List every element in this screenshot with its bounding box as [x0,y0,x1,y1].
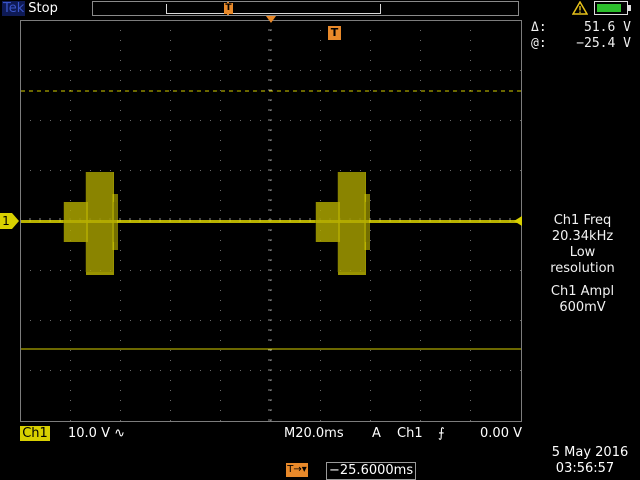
cursor-at-label: @: [531,36,547,51]
ch1-freq-note-resolution: resolution [550,261,615,276]
coupling-icon: ∿ [114,426,126,441]
ch1-freq-title: Ch1 Freq [553,213,612,228]
trigger-mode[interactable]: A [372,426,381,441]
trigger-marker[interactable]: T [328,26,341,40]
record-trigger-marker: T [224,3,233,14]
graticule[interactable] [20,20,522,422]
timebase-label: M [284,426,296,441]
timebase-value: 20.0ms [295,426,344,441]
cursor-delta-value: 51.6 V [584,20,631,35]
brand-logo: Tek [2,1,26,16]
timebase[interactable]: M20.0ms [284,426,344,441]
warning-icon [572,1,588,15]
record-view-window [166,4,381,14]
battery-icon [594,1,628,15]
battery-level [597,4,621,12]
oscilloscope-screen: Tek Stop T Δ: 51.6 V @: −25.4 V T 1 Ch1 … [0,0,640,480]
battery-tip [628,5,631,11]
trigger-source[interactable]: Ch1 [397,426,423,441]
trigger-level-marker[interactable] [513,216,523,226]
ch1-scale[interactable]: 10.0 V ∿ [68,426,125,441]
ch1-ampl-title: Ch1 Ampl [550,284,615,299]
acquisition-status: Tek Stop [2,0,58,18]
record-view-bar[interactable]: T [92,1,519,16]
date: 5 May 2016 [551,445,629,460]
cursor-delta-label: Δ: [531,20,547,35]
acquisition-state[interactable]: Stop [28,1,58,16]
ch1-freq-note-low: Low [569,245,596,260]
ch1-marker-label: 1 [2,214,10,228]
ch1-badge[interactable]: Ch1 [20,426,50,441]
trigger-position-icon[interactable] [266,16,276,24]
waveform-display [20,20,522,422]
cursor-at-value: −25.4 V [576,36,631,51]
ch1-freq-value: 20.34kHz [551,229,614,244]
ch1-scale-value: 10.0 V [68,426,110,441]
time: 03:56:57 [555,461,615,476]
trigger-level[interactable]: 0.00 V [474,426,522,441]
trigger-position-value[interactable]: −25.6000ms [326,462,417,480]
ch1-ampl-value: 600mV [559,300,606,315]
trigger-slope-icon[interactable]: ⨍ [438,426,445,441]
trigger-position-marker-icon: T→▾ [286,463,308,477]
